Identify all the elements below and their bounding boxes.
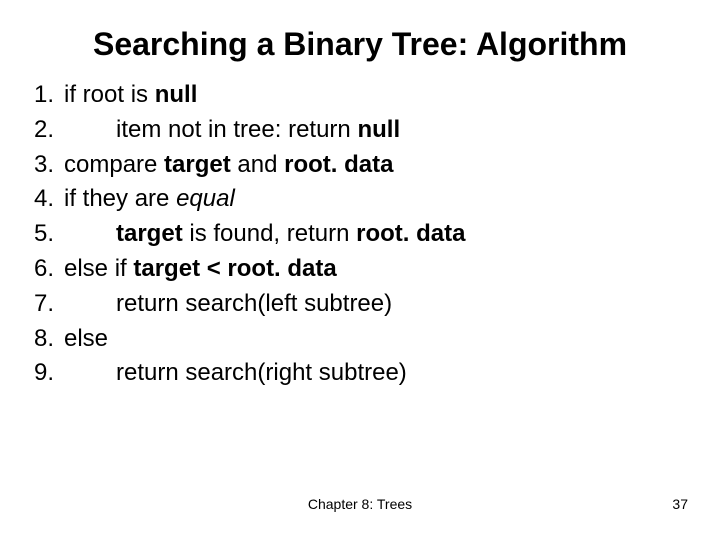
text-segment: target: [116, 220, 183, 247]
text-segment: null: [155, 81, 198, 108]
step-row: 9. return search(right subtree): [18, 356, 465, 391]
text-segment: else if: [64, 255, 133, 282]
text-segment: compare: [64, 151, 164, 178]
step-row: 8.else: [18, 322, 465, 357]
slide-title: Searching a Binary Tree: Algorithm: [0, 26, 720, 63]
step-text: if root is null: [64, 78, 197, 113]
step-row: 2.item not in tree: return null: [18, 113, 465, 148]
text-segment: return search(left subtree): [116, 290, 392, 317]
text-segment: is found, return: [183, 220, 356, 247]
text-segment: null: [357, 116, 400, 143]
text-segment: equal: [176, 185, 235, 212]
text-segment: if root is: [64, 81, 155, 108]
footer-chapter: Chapter 8: Trees: [0, 496, 720, 512]
step-row: 5.target is found, return root. data: [18, 217, 465, 252]
step-number: 6.: [18, 252, 64, 287]
step-row: 1.if root is null: [18, 78, 465, 113]
step-row: 6.else if target < root. data: [18, 252, 465, 287]
step-number: 2.: [18, 113, 64, 148]
step-number: 4.: [18, 182, 64, 217]
step-number: 5.: [18, 217, 64, 252]
step-number: 1.: [18, 78, 64, 113]
step-row: 3.compare target and root. data: [18, 148, 465, 183]
step-text: compare target and root. data: [64, 148, 393, 183]
text-segment: if they are: [64, 185, 176, 212]
text-segment: target: [164, 151, 231, 178]
text-segment: return search(right subtree): [116, 359, 407, 386]
step-text: else: [64, 322, 108, 357]
text-segment: target < root. data: [133, 255, 336, 282]
step-number: 3.: [18, 148, 64, 183]
step-text: target is found, return root. data: [64, 217, 465, 252]
step-row: 7. return search(left subtree): [18, 287, 465, 322]
algorithm-steps: 1.if root is null2.item not in tree: ret…: [18, 78, 465, 391]
step-text: item not in tree: return null: [64, 113, 400, 148]
slide: Searching a Binary Tree: Algorithm 1.if …: [0, 0, 720, 540]
text-segment: root. data: [356, 220, 465, 247]
text-segment: item not in tree: return: [116, 116, 357, 143]
text-segment: and: [231, 151, 284, 178]
step-number: 7.: [18, 287, 64, 322]
step-text: return search(right subtree): [64, 356, 407, 391]
step-text: if they are equal: [64, 182, 235, 217]
text-segment: else: [64, 325, 108, 352]
step-number: 9.: [18, 356, 64, 391]
step-text: return search(left subtree): [64, 287, 392, 322]
step-text: else if target < root. data: [64, 252, 337, 287]
step-number: 8.: [18, 322, 64, 357]
footer-page-number: 37: [672, 496, 688, 512]
step-row: 4.if they are equal: [18, 182, 465, 217]
text-segment: root. data: [284, 151, 393, 178]
